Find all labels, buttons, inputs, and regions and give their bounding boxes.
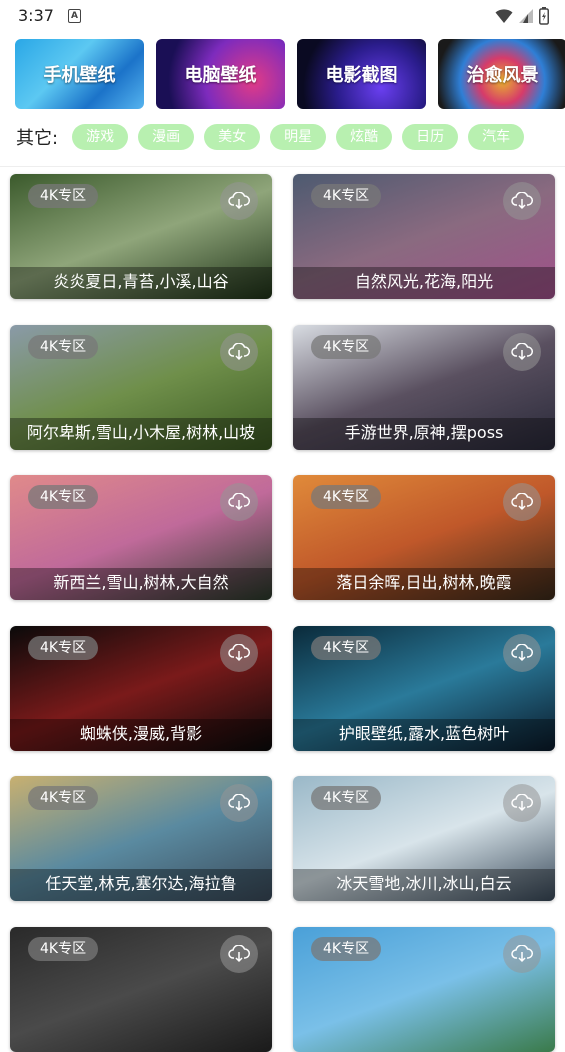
- wallpaper-caption: 蜘蛛侠,漫威,背影: [10, 719, 272, 751]
- tag-chip[interactable]: 汽车: [468, 124, 525, 150]
- wallpaper-caption: 冰天雪地,冰川,冰山,白云: [293, 869, 555, 901]
- category-healing-scenery[interactable]: 治愈风景: [438, 39, 565, 109]
- signal-icon: [519, 9, 533, 23]
- category-pc-wallpaper[interactable]: 电脑壁纸: [156, 39, 285, 109]
- wallpaper-caption: 新西兰,雪山,树林,大自然: [10, 568, 272, 600]
- wallpaper-caption: 自然风光,花海,阳光: [293, 267, 555, 299]
- download-icon[interactable]: [503, 634, 541, 672]
- tags-row: 其它: 游戏 漫画 美女 明星 炫酷 日历 汽车: [16, 124, 525, 150]
- wallpaper-card[interactable]: 4K专区: [10, 927, 272, 1052]
- wifi-icon: [495, 9, 513, 23]
- wallpaper-caption: 手游世界,原神,摆poss: [293, 418, 555, 450]
- category-label: 电影截图: [325, 65, 398, 86]
- battery-icon: [539, 7, 549, 25]
- quality-badge: 4K专区: [311, 786, 382, 810]
- wallpaper-card[interactable]: 4K专区落日余晖,日出,树林,晚霞: [293, 475, 555, 600]
- download-icon[interactable]: [220, 634, 258, 672]
- download-icon[interactable]: [220, 784, 258, 822]
- wallpaper-caption: 炎炎夏日,青苔,小溪,山谷: [10, 267, 272, 299]
- wallpaper-card[interactable]: 4K专区冰天雪地,冰川,冰山,白云: [293, 776, 555, 901]
- quality-badge: 4K专区: [28, 786, 99, 810]
- tags-label: 其它:: [16, 128, 59, 149]
- download-icon[interactable]: [220, 333, 258, 371]
- wallpaper-card[interactable]: 4K专区: [293, 927, 555, 1052]
- wallpaper-card[interactable]: 4K专区炎炎夏日,青苔,小溪,山谷: [10, 174, 272, 299]
- quality-badge: 4K专区: [28, 184, 99, 208]
- wallpaper-card[interactable]: 4K专区护眼壁纸,露水,蓝色树叶: [293, 626, 555, 751]
- category-label: 治愈风景: [466, 65, 539, 86]
- download-icon[interactable]: [503, 333, 541, 371]
- download-icon[interactable]: [220, 182, 258, 220]
- wallpaper-card[interactable]: 4K专区手游世界,原神,摆poss: [293, 325, 555, 450]
- download-icon[interactable]: [220, 935, 258, 973]
- category-label: 手机壁纸: [43, 65, 116, 86]
- quality-badge: 4K专区: [28, 636, 99, 660]
- status-bar: 3:37 A: [0, 0, 565, 32]
- download-icon[interactable]: [503, 182, 541, 220]
- tag-chip[interactable]: 漫画: [138, 124, 195, 150]
- wallpaper-card[interactable]: 4K专区新西兰,雪山,树林,大自然: [10, 475, 272, 600]
- tag-chip[interactable]: 游戏: [72, 124, 129, 150]
- quality-badge: 4K专区: [28, 937, 99, 961]
- wallpaper-caption: 阿尔卑斯,雪山,小木屋,树林,山坡: [10, 418, 272, 450]
- category-row: 手机壁纸 电脑壁纸 电影截图 治愈风景: [15, 39, 565, 109]
- wallpaper-caption: 落日余晖,日出,树林,晚霞: [293, 568, 555, 600]
- quality-badge: 4K专区: [311, 335, 382, 359]
- wallpaper-card[interactable]: 4K专区任天堂,林克,塞尔达,海拉鲁: [10, 776, 272, 901]
- notification-icon: A: [68, 9, 81, 23]
- quality-badge: 4K专区: [28, 485, 99, 509]
- quality-badge: 4K专区: [311, 937, 382, 961]
- wallpaper-caption: 护眼壁纸,露水,蓝色树叶: [293, 719, 555, 751]
- download-icon[interactable]: [220, 483, 258, 521]
- quality-badge: 4K专区: [311, 636, 382, 660]
- wallpaper-card[interactable]: 4K专区阿尔卑斯,雪山,小木屋,树林,山坡: [10, 325, 272, 450]
- status-time: 3:37: [18, 6, 54, 25]
- category-label: 电脑壁纸: [184, 65, 257, 86]
- wallpaper-card[interactable]: 4K专区蜘蛛侠,漫威,背影: [10, 626, 272, 751]
- divider: [0, 166, 565, 167]
- quality-badge: 4K专区: [311, 485, 382, 509]
- download-icon[interactable]: [503, 483, 541, 521]
- wallpaper-card[interactable]: 4K专区自然风光,花海,阳光: [293, 174, 555, 299]
- category-movie-screenshots[interactable]: 电影截图: [297, 39, 426, 109]
- quality-badge: 4K专区: [311, 184, 382, 208]
- download-icon[interactable]: [503, 935, 541, 973]
- status-icons: [495, 7, 549, 25]
- quality-badge: 4K专区: [28, 335, 99, 359]
- wallpaper-caption: 任天堂,林克,塞尔达,海拉鲁: [10, 869, 272, 901]
- download-icon[interactable]: [503, 784, 541, 822]
- tag-chip[interactable]: 美女: [204, 124, 261, 150]
- tag-chip[interactable]: 炫酷: [336, 124, 393, 150]
- category-phone-wallpaper[interactable]: 手机壁纸: [15, 39, 144, 109]
- tag-chip[interactable]: 明星: [270, 124, 327, 150]
- tag-chip[interactable]: 日历: [402, 124, 459, 150]
